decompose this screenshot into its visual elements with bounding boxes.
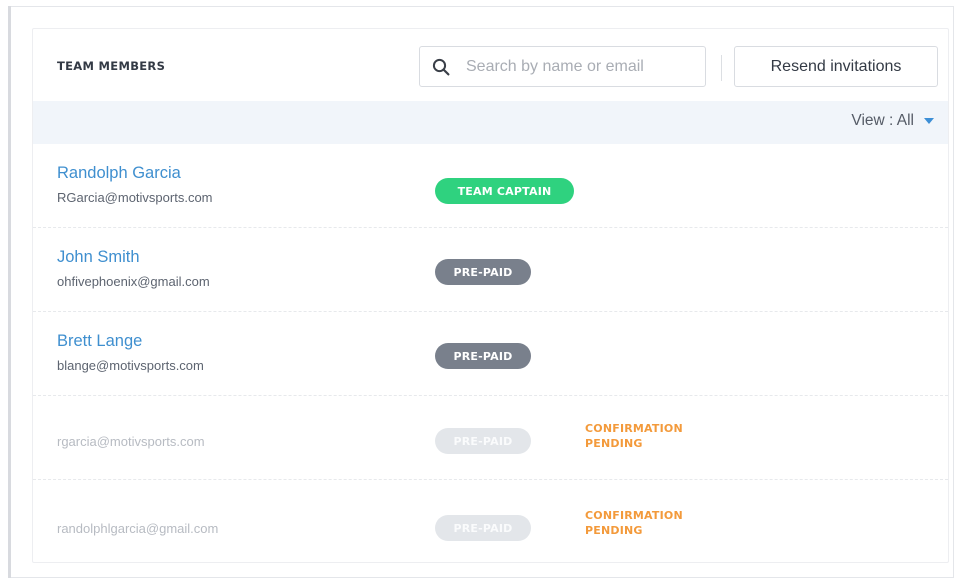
status-line: CONFIRMATION	[585, 509, 683, 522]
member-email: rgarcia@motivsports.com	[57, 434, 205, 449]
pre-paid-badge-muted: PRE-PAID	[435, 428, 531, 454]
search-input[interactable]	[466, 57, 696, 76]
confirmation-pending-status: CONFIRMATION PENDING	[585, 508, 715, 538]
search-icon	[432, 58, 450, 75]
page-title: TEAM MEMBERS	[57, 59, 166, 73]
search-box[interactable]	[419, 46, 706, 87]
card-header: TEAM MEMBERS Resend invitations	[33, 29, 948, 101]
member-row[interactable]: Randolph Garcia RGarcia@motivsports.com …	[33, 144, 948, 228]
member-email: ohfivephoenix@gmail.com	[57, 274, 210, 289]
header-divider	[721, 55, 722, 81]
status-line: PENDING	[585, 437, 643, 450]
status-line: CONFIRMATION	[585, 422, 683, 435]
pre-paid-badge: PRE-PAID	[435, 259, 531, 285]
pre-paid-badge-muted: PRE-PAID	[435, 515, 531, 541]
member-row[interactable]: Brett Lange blange@motivsports.com PRE-P…	[33, 312, 948, 396]
chevron-down-icon	[924, 118, 934, 124]
team-captain-badge: TEAM CAPTAIN	[435, 178, 574, 204]
member-email: randolphlgarcia@gmail.com	[57, 521, 219, 536]
filter-bar: View : All	[33, 101, 948, 144]
member-row-pending[interactable]: rgarcia@motivsports.com PRE-PAID CONFIRM…	[33, 396, 948, 480]
resend-invitations-button[interactable]: Resend invitations	[734, 46, 938, 87]
member-name[interactable]: John Smith	[57, 248, 140, 267]
view-filter-label: View : All	[851, 112, 914, 129]
view-filter-dropdown[interactable]: View : All	[851, 112, 934, 130]
status-line: PENDING	[585, 524, 643, 537]
team-members-card: TEAM MEMBERS Resend invitations View : A…	[32, 28, 949, 563]
member-email: blange@motivsports.com	[57, 358, 204, 373]
frame-edge	[8, 6, 11, 578]
member-row-pending[interactable]: randolphlgarcia@gmail.com PRE-PAID CONFI…	[33, 480, 948, 562]
member-name[interactable]: Brett Lange	[57, 332, 142, 351]
member-email: RGarcia@motivsports.com	[57, 190, 213, 205]
pre-paid-badge: PRE-PAID	[435, 343, 531, 369]
member-row[interactable]: John Smith ohfivephoenix@gmail.com PRE-P…	[33, 228, 948, 312]
member-name[interactable]: Randolph Garcia	[57, 164, 181, 183]
confirmation-pending-status: CONFIRMATION PENDING	[585, 421, 715, 451]
